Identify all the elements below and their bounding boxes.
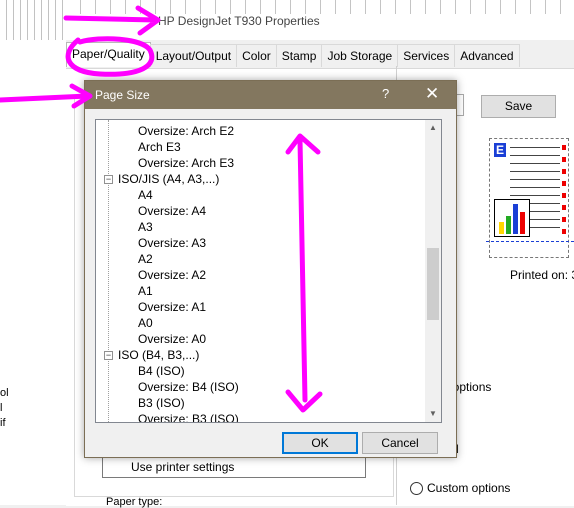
tree-label: ISO (B4, B3,...) <box>118 348 200 362</box>
tree-label: A1 <box>138 284 153 298</box>
tree-label: Oversize: A0 <box>138 332 207 346</box>
background-fragment: ol <box>0 387 9 399</box>
tree-label: Oversize: B3 (ISO) <box>138 412 239 423</box>
tree-item[interactable]: A3 <box>96 219 425 235</box>
custom-options-radio[interactable]: Custom options <box>410 481 510 495</box>
preview-margin-markers <box>562 145 566 235</box>
properties-window-title: HP DesignJet T930 Properties <box>158 14 320 28</box>
page-size-dialog: Page Size ? ✕ Oversize: Arch E2 Arch E3 Ov… <box>84 80 457 458</box>
tree-group[interactable]: − ISO (B4, B3,...) <box>96 347 425 363</box>
tree-item[interactable]: Oversize: Arch E2 <box>96 123 425 139</box>
tab-paper-quality[interactable]: Paper/Quality <box>66 42 151 67</box>
tree-item[interactable]: Oversize: Arch E3 <box>96 155 425 171</box>
printer-settings-value: Use printer settings <box>131 460 235 474</box>
tab-layout-output[interactable]: Layout/Output <box>149 44 238 67</box>
tree-scrollbar[interactable]: ▲ ▼ <box>425 120 441 422</box>
printer-settings-dropdown[interactable]: Use printer settings <box>102 456 366 478</box>
tree-item[interactable]: Arch E3 <box>96 139 425 155</box>
tree-item[interactable]: A1 <box>96 283 425 299</box>
collapse-icon[interactable]: − <box>104 351 113 360</box>
tab-services[interactable]: Services <box>397 44 456 67</box>
scroll-down-icon[interactable]: ▼ <box>425 406 441 422</box>
tree-group[interactable]: − ISO/JIS (A4, A3,...) <box>96 171 425 187</box>
scroll-thumb[interactable] <box>427 248 439 320</box>
tree-label: Arch E3 <box>138 140 181 154</box>
tree-item[interactable]: A4 <box>96 187 425 203</box>
preview-roll-edge <box>486 241 574 254</box>
ok-button[interactable]: OK <box>282 432 358 454</box>
tab-advanced[interactable]: Advanced <box>454 44 520 67</box>
close-icon[interactable]: ✕ <box>425 84 439 104</box>
background-fragment: if <box>0 417 6 429</box>
cancel-button[interactable]: Cancel <box>362 432 438 454</box>
tree-label: Oversize: A4 <box>138 204 207 218</box>
tree-label: Oversize: A2 <box>138 268 207 282</box>
tree-label: B4 (ISO) <box>138 364 185 378</box>
tree-item[interactable]: Oversize: B3 (ISO) <box>96 411 425 423</box>
tree-label: A4 <box>138 188 153 202</box>
tree-label: Oversize: Arch E2 <box>138 124 235 138</box>
tree-label: B3 (ISO) <box>138 396 185 410</box>
tree-label: A0 <box>138 316 153 330</box>
printed-on-label: Printed on: 3 <box>510 268 574 282</box>
preview-letter-icon: E <box>494 143 506 157</box>
background-fragment: l <box>0 402 3 414</box>
tree-label: Oversize: A1 <box>138 300 207 314</box>
tree-item[interactable]: Oversize: A2 <box>96 267 425 283</box>
properties-tab-strip: Paper/Quality Layout/Output Color Stamp … <box>66 42 574 68</box>
tree-label: ISO/JIS (A4, A3,...) <box>118 172 220 186</box>
tree-item[interactable]: Oversize: A3 <box>96 235 425 251</box>
background-app-header <box>0 0 66 40</box>
custom-options-label: Custom options <box>427 481 511 495</box>
print-preview: E <box>486 138 574 258</box>
dialog-title: Page Size <box>95 88 150 102</box>
preview-chart-icon <box>494 199 530 237</box>
tree-label: A3 <box>138 220 153 234</box>
scroll-up-icon[interactable]: ▲ <box>425 120 441 136</box>
radio-icon[interactable] <box>410 481 423 495</box>
tab-color[interactable]: Color <box>236 44 277 67</box>
tree-list: Oversize: Arch E2 Arch E3 Oversize: Arch E… <box>96 123 425 423</box>
tree-item[interactable]: A2 <box>96 251 425 267</box>
tree-item[interactable]: A0 <box>96 315 425 331</box>
tree-item[interactable]: Oversize: A4 <box>96 203 425 219</box>
tree-label: Oversize: Arch E3 <box>138 156 235 170</box>
help-icon[interactable]: ? <box>382 86 389 101</box>
titlebar-artifacts <box>66 0 574 14</box>
background-app-fragments: ol l if <box>0 386 9 431</box>
tree-label: A2 <box>138 252 153 266</box>
save-button[interactable]: Save <box>481 95 556 118</box>
page-size-tree[interactable]: Oversize: Arch E2 Arch E3 Oversize: Arch E… <box>95 119 442 423</box>
tree-item[interactable]: B4 (ISO) <box>96 363 425 379</box>
tree-item[interactable]: Oversize: A0 <box>96 331 425 347</box>
collapse-icon[interactable]: − <box>104 175 113 184</box>
tree-item[interactable]: Oversize: A1 <box>96 299 425 315</box>
tree-item[interactable]: Oversize: B4 (ISO) <box>96 379 425 395</box>
background-app: ol l if <box>0 0 67 505</box>
tree-item[interactable]: B3 (ISO) <box>96 395 425 411</box>
tab-stamp[interactable]: Stamp <box>275 44 323 67</box>
tree-label: Oversize: B4 (ISO) <box>138 380 239 394</box>
tree-label: Oversize: A3 <box>138 236 207 250</box>
dialog-titlebar: Page Size ? ✕ <box>85 81 456 109</box>
tab-job-storage[interactable]: Job Storage <box>321 44 399 67</box>
properties-titlebar: HP DesignJet T930 Properties <box>66 0 574 40</box>
paper-type-label: Paper type: <box>106 496 163 508</box>
